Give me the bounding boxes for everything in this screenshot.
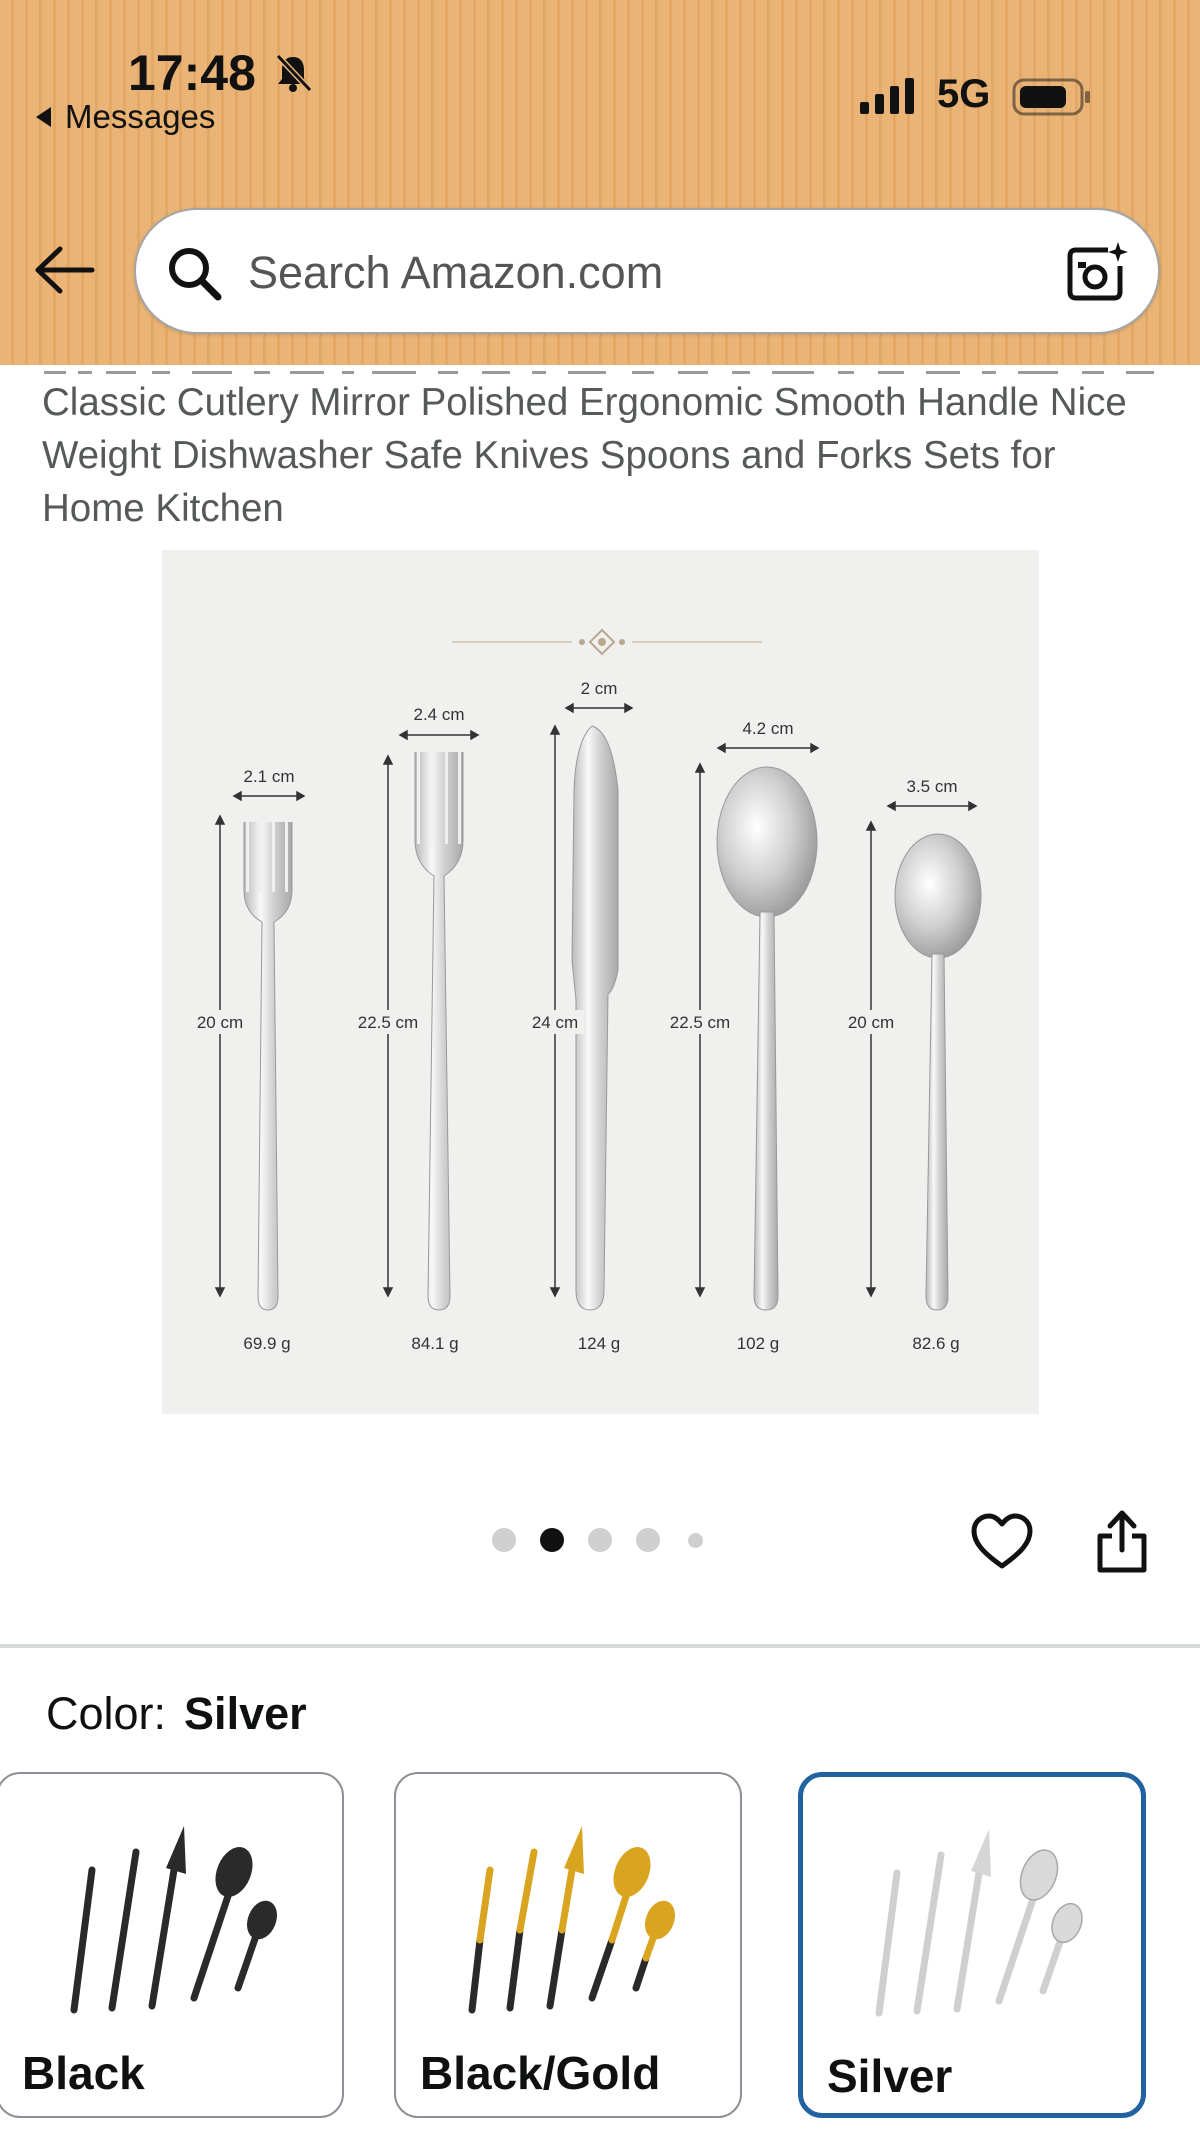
camera-sparkle-icon[interactable] [1064, 240, 1130, 306]
back-to-messages[interactable]: Messages [36, 98, 215, 136]
color-selector-label: Color: Silver [46, 1688, 307, 1740]
width-label: 2.1 cm [243, 767, 294, 786]
color-option-black[interactable]: Black [0, 1772, 344, 2118]
carousel-dot[interactable] [540, 1528, 564, 1552]
length-label: 20 cm [848, 1013, 894, 1032]
width-label: 3.5 cm [906, 777, 957, 796]
length-label: 24 cm [532, 1013, 578, 1032]
cutlery-dimensions-diagram: 2.1 cm 2.4 cm 2 cm 4.2 cm 3.5 cm 20 cm 2… [192, 628, 982, 1353]
carousel-dot[interactable] [688, 1533, 703, 1548]
arrow-left-icon[interactable] [34, 245, 96, 295]
width-label: 4.2 cm [742, 719, 793, 738]
color-option-label: Silver [827, 2050, 953, 2102]
weight-label: 102 g [737, 1334, 780, 1353]
length-label: 22.5 cm [358, 1013, 418, 1032]
app-header: 17:48 Messages 5G [0, 0, 1200, 365]
carousel-dot[interactable] [588, 1528, 612, 1552]
share-icon[interactable] [1094, 1508, 1150, 1574]
width-label: 2.4 cm [413, 705, 464, 724]
color-option-label: Black/Gold [420, 2047, 661, 2099]
selected-color-value: Silver [184, 1688, 307, 1739]
tea-spoon-illustration [894, 833, 982, 1311]
magnifier-icon [169, 248, 222, 301]
carousel-dot[interactable] [636, 1528, 660, 1552]
color-option-label: Black [22, 2047, 145, 2099]
battery-icon [1012, 78, 1090, 116]
heart-icon[interactable] [970, 1512, 1034, 1572]
weight-label: 82.6 g [912, 1334, 959, 1353]
search-input[interactable] [246, 234, 1030, 312]
silver-cutlery-thumbnail [875, 1829, 1083, 2017]
status-time: 17:48 [128, 45, 256, 101]
triangle-left-icon [36, 107, 51, 127]
weight-label: 124 g [578, 1334, 621, 1353]
product-image[interactable]: 2.1 cm 2.4 cm 2 cm 4.2 cm 3.5 cm 20 cm 2… [162, 550, 1039, 1414]
carousel-dot[interactable] [492, 1528, 516, 1552]
black-cutlery-thumbnail [70, 1826, 277, 2014]
back-to-app-label: Messages [65, 98, 216, 135]
product-title: Classic Cutlery Mirror Polished Ergonomi… [42, 381, 1127, 530]
color-option-silver[interactable]: Silver [798, 1772, 1146, 2118]
black-gold-cutlery-thumbnail [468, 1826, 675, 2014]
title-overflow-fragment [42, 366, 1162, 374]
image-carousel-dots[interactable] [490, 1528, 710, 1554]
color-label: Color: [46, 1688, 167, 1739]
weight-label: 69.9 g [243, 1334, 290, 1353]
length-label: 22.5 cm [670, 1013, 730, 1032]
network-label: 5G [937, 72, 991, 116]
section-divider [0, 1644, 1200, 1648]
salad-fork-illustration [243, 822, 293, 1311]
length-label: 20 cm [197, 1013, 243, 1032]
width-label: 2 cm [581, 679, 618, 698]
weight-label: 84.1 g [411, 1334, 458, 1353]
bell-slash-icon [275, 53, 313, 93]
search-bar[interactable] [134, 208, 1160, 334]
signal-icon [860, 78, 914, 114]
color-option-black-gold[interactable]: Black/Gold [394, 1772, 742, 2118]
dinner-spoon-illustration [716, 766, 818, 1311]
